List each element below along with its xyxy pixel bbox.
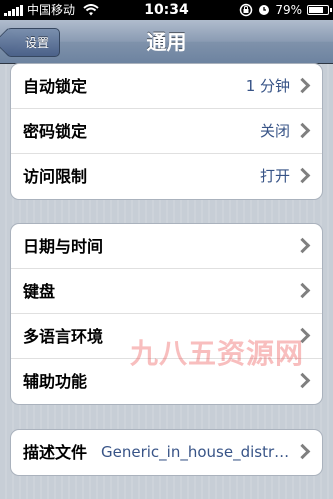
cell-label: 自动锁定 bbox=[23, 77, 88, 96]
cell-value: 打开 bbox=[259, 167, 290, 185]
settings-group-general: 日期与时间 键盘 多语言环境 辅助功能 bbox=[10, 223, 323, 405]
cell-auto-lock[interactable]: 自动锁定 1 分钟 bbox=[11, 64, 322, 109]
chevron-right-icon bbox=[294, 443, 311, 460]
chevron-right-icon bbox=[294, 237, 311, 254]
chevron-right-icon bbox=[294, 77, 311, 94]
cell-label: 密码锁定 bbox=[23, 122, 88, 141]
status-bar-right: 79% bbox=[239, 0, 332, 20]
rotation-lock-icon bbox=[240, 3, 253, 17]
cell-value: 关闭 bbox=[259, 122, 290, 140]
cell-label: 键盘 bbox=[23, 282, 56, 301]
cell-label: 日期与时间 bbox=[23, 237, 104, 256]
cell-value: 1 分钟 bbox=[245, 77, 290, 95]
cell-date-time[interactable]: 日期与时间 bbox=[11, 224, 322, 269]
settings-group-profile: 描述文件 Generic_in_house_distribution bbox=[10, 429, 323, 476]
navigation-bar: 设置 通用 bbox=[0, 20, 333, 64]
cell-label: 描述文件 bbox=[23, 443, 88, 462]
status-bar: 中国移动 10:34 79% bbox=[0, 0, 333, 20]
alarm-icon bbox=[259, 5, 270, 15]
chevron-right-icon bbox=[294, 372, 311, 389]
chevron-right-icon bbox=[294, 122, 311, 139]
cell-profile[interactable]: 描述文件 Generic_in_house_distribution bbox=[11, 430, 322, 475]
cell-restrictions[interactable]: 访问限制 打开 bbox=[11, 154, 322, 199]
cell-passcode-lock[interactable]: 密码锁定 关闭 bbox=[11, 109, 322, 154]
battery-fill bbox=[309, 7, 324, 13]
battery-percent: 79% bbox=[275, 3, 302, 17]
chevron-right-icon bbox=[294, 327, 311, 344]
cell-keyboard[interactable]: 键盘 bbox=[11, 269, 322, 314]
cell-accessibility[interactable]: 辅助功能 bbox=[11, 359, 322, 404]
cell-label: 访问限制 bbox=[23, 167, 88, 186]
chevron-right-icon bbox=[294, 282, 311, 299]
page-title: 通用 bbox=[146, 30, 187, 54]
cell-label: 辅助功能 bbox=[23, 372, 88, 391]
cell-international[interactable]: 多语言环境 bbox=[11, 314, 322, 359]
cell-value: Generic_in_house_distribution bbox=[101, 443, 290, 461]
settings-group-lock: 自动锁定 1 分钟 密码锁定 关闭 访问限制 打开 bbox=[10, 63, 323, 200]
cell-label: 多语言环境 bbox=[23, 327, 104, 346]
battery-icon bbox=[307, 5, 332, 15]
chevron-right-icon bbox=[294, 167, 311, 184]
